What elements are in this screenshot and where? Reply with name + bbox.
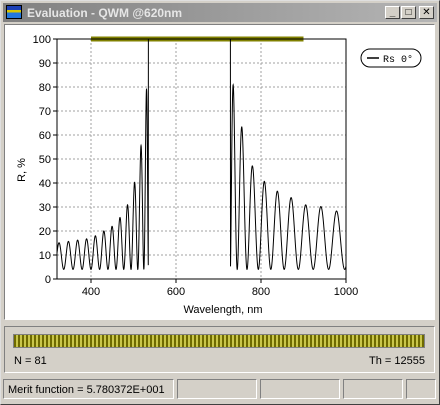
- reflectance-series-line: [56, 38, 347, 271]
- y-tick-label: 80: [39, 82, 51, 94]
- title-bar[interactable]: Evaluation - QWM @620nm _ □ ✕: [3, 3, 437, 22]
- status-cell-1: [177, 379, 257, 399]
- evaluation-window: Evaluation - QWM @620nm _ □ ✕ 0 10 20 30 40 5…: [0, 0, 440, 405]
- close-button[interactable]: ✕: [419, 6, 434, 19]
- legend-label: Rs 0°: [383, 54, 413, 66]
- status-cell-2: [260, 379, 340, 399]
- layer-count-label: N = 81: [14, 355, 47, 367]
- y-tick-label: 40: [39, 178, 51, 190]
- y-tick-label: 90: [39, 58, 51, 70]
- progress-panel: N = 81 Th = 12555: [4, 326, 435, 373]
- reflectance-chart: 0 10 20 30 40 50 60 70 80 90 100 400 600 800 1000 Rs 0…: [16, 34, 422, 316]
- chart-legend[interactable]: Rs 0°: [360, 48, 422, 68]
- y-tick-label: 50: [39, 154, 51, 166]
- y-tick-label: 100: [33, 34, 51, 46]
- thickness-label: Th = 12555: [369, 355, 425, 367]
- app-chart-icon[interactable]: [6, 5, 22, 19]
- y-axis-label: R, %: [16, 158, 28, 182]
- status-cell-4: [406, 379, 436, 399]
- minimize-button[interactable]: _: [385, 6, 400, 19]
- y-tick-label: 0: [45, 274, 51, 286]
- y-tick-label: 70: [39, 106, 51, 118]
- progress-bar: [13, 334, 425, 348]
- status-bar: Merit function = 5.780372E+001: [3, 379, 437, 401]
- y-tick-label: 10: [39, 250, 51, 262]
- x-axis-label: Wavelength, nm: [183, 304, 262, 316]
- x-tick-label: 800: [252, 286, 270, 298]
- y-tick-label: 20: [39, 226, 51, 238]
- y-tick-label: 30: [39, 202, 51, 214]
- status-cell-3: [343, 379, 403, 399]
- chart-area: 0 10 20 30 40 50 60 70 80 90 100 400 600 800 1000 Rs 0…: [4, 24, 435, 320]
- maximize-button[interactable]: □: [401, 6, 416, 19]
- x-tick-label: 1000: [334, 286, 358, 298]
- window-title: Evaluation - QWM @620nm: [27, 6, 183, 20]
- merit-function-status: Merit function = 5.780372E+001: [3, 379, 174, 399]
- x-tick-label: 600: [167, 286, 185, 298]
- y-tick-label: 60: [39, 130, 51, 142]
- x-tick-label: 400: [82, 286, 100, 298]
